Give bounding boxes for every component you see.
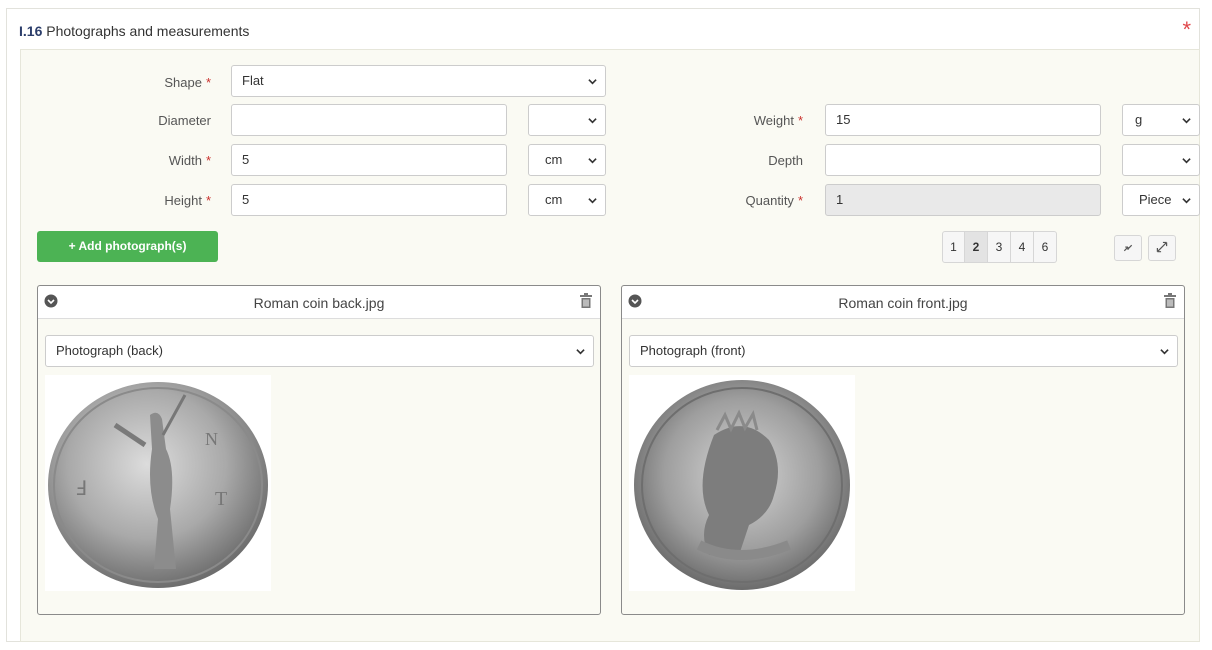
depth-label-text: Depth xyxy=(768,153,803,168)
section-title: Photographs and measurements xyxy=(46,23,250,39)
chevron-down-icon xyxy=(588,79,597,85)
photo-type-value: Photograph (back) xyxy=(56,343,163,358)
chevron-down-icon xyxy=(1182,198,1191,204)
page-button-4[interactable]: 4 xyxy=(1011,231,1034,263)
chevron-down-icon xyxy=(1160,349,1169,355)
required-marker: * xyxy=(205,193,211,208)
depth-unit-select[interactable] xyxy=(1122,144,1200,176)
weight-label: Weight * xyxy=(701,113,803,128)
page-button-3[interactable]: 3 xyxy=(988,231,1011,263)
page-button-2[interactable]: 2 xyxy=(965,231,988,263)
weight-unit-value: g xyxy=(1135,112,1143,127)
svg-text:Ⅎ: Ⅎ xyxy=(75,478,87,500)
diameter-input[interactable] xyxy=(231,104,507,136)
depth-input[interactable] xyxy=(825,144,1101,176)
shrink-icon xyxy=(1123,244,1133,252)
shape-select[interactable]: Flat xyxy=(231,65,606,97)
height-label-text: Height xyxy=(164,193,202,208)
photo-card-front: Roman coin front.jpg Photograph (front) xyxy=(621,285,1185,615)
diameter-unit-select[interactable] xyxy=(528,104,606,136)
chevron-down-icon xyxy=(588,198,597,204)
quantity-label-text: Quantity xyxy=(745,193,794,208)
quantity-unit-select[interactable]: Piece xyxy=(1122,184,1200,216)
shape-label-text: Shape xyxy=(164,75,202,90)
quantity-unit-value: Piece xyxy=(1139,192,1172,207)
height-unit-value: cm xyxy=(545,192,563,207)
photo-filename: Roman coin back.jpg xyxy=(253,295,385,311)
shape-value: Flat xyxy=(242,73,264,88)
section-header: I.16 Photographs and measurements xyxy=(7,9,1199,49)
photo-card-header: Roman coin front.jpg xyxy=(622,286,1184,319)
photo-card-back: Roman coin back.jpg Photograph (back) Ⅎ … xyxy=(37,285,601,615)
width-label-text: Width xyxy=(168,153,202,168)
shape-label: Shape * xyxy=(111,75,211,90)
photo-filename: Roman coin front.jpg xyxy=(838,295,968,311)
expand-icon xyxy=(1156,241,1168,253)
required-marker: * xyxy=(797,193,803,208)
add-photographs-button[interactable]: + Add photograph(s) xyxy=(37,231,218,262)
quantity-input: 1 xyxy=(825,184,1101,216)
coin-front-image xyxy=(629,375,855,591)
required-marker: * xyxy=(205,75,211,90)
photographs-section: I.16 Photographs and measurements * Shap… xyxy=(6,8,1200,642)
width-label: Width * xyxy=(111,153,211,168)
quantity-label: Quantity * xyxy=(701,193,803,208)
photo-card-header: Roman coin back.jpg xyxy=(38,286,600,319)
chevron-down-icon xyxy=(588,118,597,124)
coin-back-image: Ⅎ T N xyxy=(45,375,271,591)
photo-type-select[interactable]: Photograph (front) xyxy=(629,335,1178,367)
shrink-button[interactable] xyxy=(1114,235,1142,261)
height-unit-select[interactable]: cm xyxy=(528,184,606,216)
photo-type-select[interactable]: Photograph (back) xyxy=(45,335,594,367)
section-required-marker: * xyxy=(1182,17,1191,42)
chevron-down-icon xyxy=(1182,118,1191,124)
diameter-label: Diameter xyxy=(111,113,211,128)
height-input[interactable]: 5 xyxy=(231,184,507,216)
height-label: Height * xyxy=(111,193,211,208)
trash-icon[interactable] xyxy=(1164,293,1176,308)
svg-text:T: T xyxy=(215,488,227,510)
page-button-1[interactable]: 1 xyxy=(942,231,965,263)
required-marker: * xyxy=(205,153,211,168)
required-marker: * xyxy=(797,113,803,128)
chevron-down-icon xyxy=(588,158,597,164)
chevron-down-icon xyxy=(1182,158,1191,164)
weight-unit-select[interactable]: g xyxy=(1122,104,1200,136)
expand-button[interactable] xyxy=(1148,235,1176,261)
chevron-down-icon xyxy=(576,349,585,355)
trash-icon[interactable] xyxy=(580,293,592,308)
width-input[interactable]: 5 xyxy=(231,144,507,176)
diameter-label-text: Diameter xyxy=(158,113,211,128)
width-unit-value: cm xyxy=(545,152,563,167)
weight-input[interactable]: 15 xyxy=(825,104,1101,136)
depth-label: Depth xyxy=(701,153,803,168)
weight-label-text: Weight xyxy=(753,113,794,128)
pagination: 1 2 3 4 6 xyxy=(942,231,1057,263)
page-button-6[interactable]: 6 xyxy=(1034,231,1057,263)
photo-type-value: Photograph (front) xyxy=(640,343,746,358)
width-unit-select[interactable]: cm xyxy=(528,144,606,176)
svg-text:N: N xyxy=(205,429,218,449)
section-number: I.16 xyxy=(19,23,43,39)
